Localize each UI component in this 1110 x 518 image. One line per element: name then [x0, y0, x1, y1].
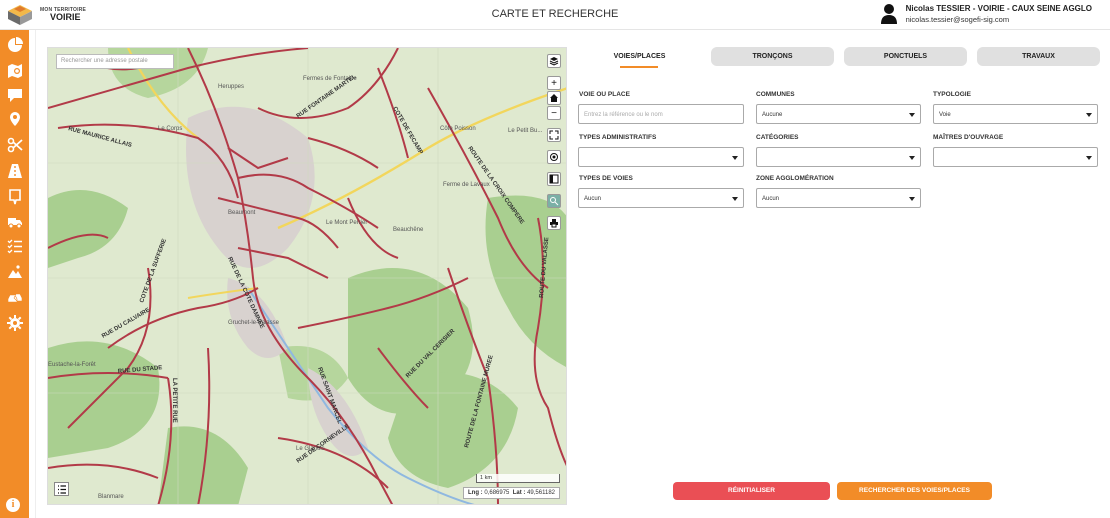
map-label: Côte Poisson: [440, 126, 476, 132]
locate-icon[interactable]: [547, 150, 561, 164]
active-tab-indicator: [620, 66, 658, 68]
print-icon[interactable]: [547, 216, 561, 230]
maitres-select[interactable]: [933, 147, 1098, 167]
info-icon[interactable]: i: [6, 498, 20, 512]
map-scale: 1 km: [476, 474, 560, 483]
categories-label: CATÉGORIES: [756, 134, 799, 141]
map-label: Le Corps: [158, 126, 182, 132]
brand-line-2: VOIRIE: [50, 12, 81, 22]
map-view[interactable]: Heruppes Fermes de Fontaine Le Corps Le …: [47, 47, 567, 505]
lat-value: 49,561182: [527, 490, 555, 496]
truck-icon[interactable]: [0, 211, 29, 233]
top-bar: MON TERRITOIRE VOIRIE CARTE ET RECHERCHE…: [0, 0, 1110, 30]
zoom-out-button[interactable]: −: [547, 106, 561, 120]
typologie-label: TYPOLOGIE: [933, 91, 971, 98]
types-admin-select[interactable]: [578, 147, 744, 167]
legend-icon[interactable]: [54, 482, 69, 496]
sidebar-icon[interactable]: [547, 172, 561, 186]
map-coordinates: Lng : 0,686975 Lat : 49,561182: [463, 487, 560, 499]
zoom-in-button[interactable]: +: [547, 76, 561, 90]
tab-travaux[interactable]: TRAVAUX: [977, 47, 1100, 66]
map-label: LA PETITE RUE: [171, 378, 177, 423]
typologie-select[interactable]: Voie: [933, 104, 1098, 124]
measure-icon[interactable]: [547, 194, 561, 208]
layers-icon[interactable]: [547, 54, 561, 68]
map-icon[interactable]: [0, 60, 29, 82]
lat-label: Lat :: [512, 490, 526, 496]
chevron-down-icon: [732, 197, 738, 201]
road-icon[interactable]: [0, 160, 29, 182]
chevron-down-icon: [732, 156, 738, 160]
map-label: Le Mont Perrier: [326, 220, 367, 226]
zone-label: ZONE AGGLOMÉRATION: [756, 175, 834, 182]
communes-label: COMMUNES: [756, 91, 795, 98]
voie-input[interactable]: Entrez la référence ou le nom: [578, 104, 744, 124]
sidebar: [0, 30, 29, 518]
comment-icon[interactable]: [0, 84, 29, 106]
map-base-layer: Heruppes Fermes de Fontaine Le Corps Le …: [48, 48, 566, 504]
communes-select[interactable]: Aucune: [756, 104, 921, 124]
sidebar-divider: [35, 30, 36, 518]
zone-value: Aucun: [762, 196, 780, 202]
map-label: Ferme de Lavaux: [443, 182, 490, 188]
lng-label: Lng :: [468, 490, 483, 496]
tab-ponctuels[interactable]: PONCTUELS: [844, 47, 967, 66]
scissors-icon[interactable]: [0, 134, 29, 156]
home-icon[interactable]: [547, 91, 561, 105]
settings-icon[interactable]: [0, 312, 29, 334]
app-logo[interactable]: MON TERRITOIRE VOIRIE: [6, 3, 86, 27]
communes-value: Aucune: [762, 112, 783, 118]
map-label: Heruppes: [218, 84, 244, 90]
chevron-down-icon: [1086, 156, 1092, 160]
map-marker-icon[interactable]: [0, 108, 29, 130]
map-label: Eustache-la-Forêt: [48, 362, 96, 368]
user-name: Nicolas TESSIER - VOIRIE - CAUX SEINE AG…: [905, 4, 1092, 13]
chevron-down-icon: [909, 156, 915, 160]
fullscreen-icon[interactable]: [547, 128, 561, 142]
maitres-label: MAÎTRES D'OUVRAGE: [933, 134, 1004, 141]
map-label: Le Petit Bu...: [508, 128, 543, 134]
types-admin-label: TYPES ADMINISTRATIFS: [579, 134, 657, 141]
map-label: Beauchêne: [393, 227, 424, 233]
lng-value: 0,686975: [484, 490, 510, 496]
tab-voies-places[interactable]: VOIES/PLACES: [578, 47, 701, 68]
user-menu[interactable]: Nicolas TESSIER - VOIRIE - CAUX SEINE AG…: [880, 3, 1092, 25]
typologie-value: Voie: [939, 112, 951, 118]
types-voies-value: Aucun: [584, 196, 602, 202]
traffic-jam-icon[interactable]: [0, 287, 29, 309]
map-label: Beaumont: [228, 210, 256, 216]
search-tabs: VOIES/PLACES TRONÇONS PONCTUELS TRAVAUX: [578, 47, 1100, 69]
pie-chart-icon[interactable]: [0, 34, 29, 56]
user-email: nicolas.tessier@sogefi-sig.com: [905, 15, 1010, 24]
voie-label: VOIE OU PLACE: [579, 91, 630, 98]
user-avatar-icon: [880, 4, 897, 24]
search-button[interactable]: RECHERCHER DES VOIES/PLACES: [837, 482, 992, 500]
types-voies-select[interactable]: Aucun: [578, 188, 744, 208]
chevron-down-icon: [909, 197, 915, 201]
landslide-icon[interactable]: [0, 261, 29, 283]
map-label: Blanmare: [98, 494, 124, 500]
types-voies-label: TYPES DE VOIES: [579, 175, 633, 182]
zone-select[interactable]: Aucun: [756, 188, 921, 208]
categories-select[interactable]: [756, 147, 921, 167]
map-label: Gruchet-le-Valasse: [228, 320, 280, 326]
address-search-input[interactable]: Rechercher une adresse postale: [56, 54, 174, 69]
tab-label: VOIES/PLACES: [613, 53, 666, 60]
reset-button[interactable]: RÉINITIALISER: [673, 482, 830, 500]
logo-icon: [8, 5, 32, 25]
tab-troncons[interactable]: TRONÇONS: [711, 47, 834, 66]
list-check-icon[interactable]: [0, 235, 29, 257]
chevron-down-icon: [909, 113, 915, 117]
sign-icon[interactable]: [0, 186, 29, 208]
chevron-down-icon: [1086, 113, 1092, 117]
